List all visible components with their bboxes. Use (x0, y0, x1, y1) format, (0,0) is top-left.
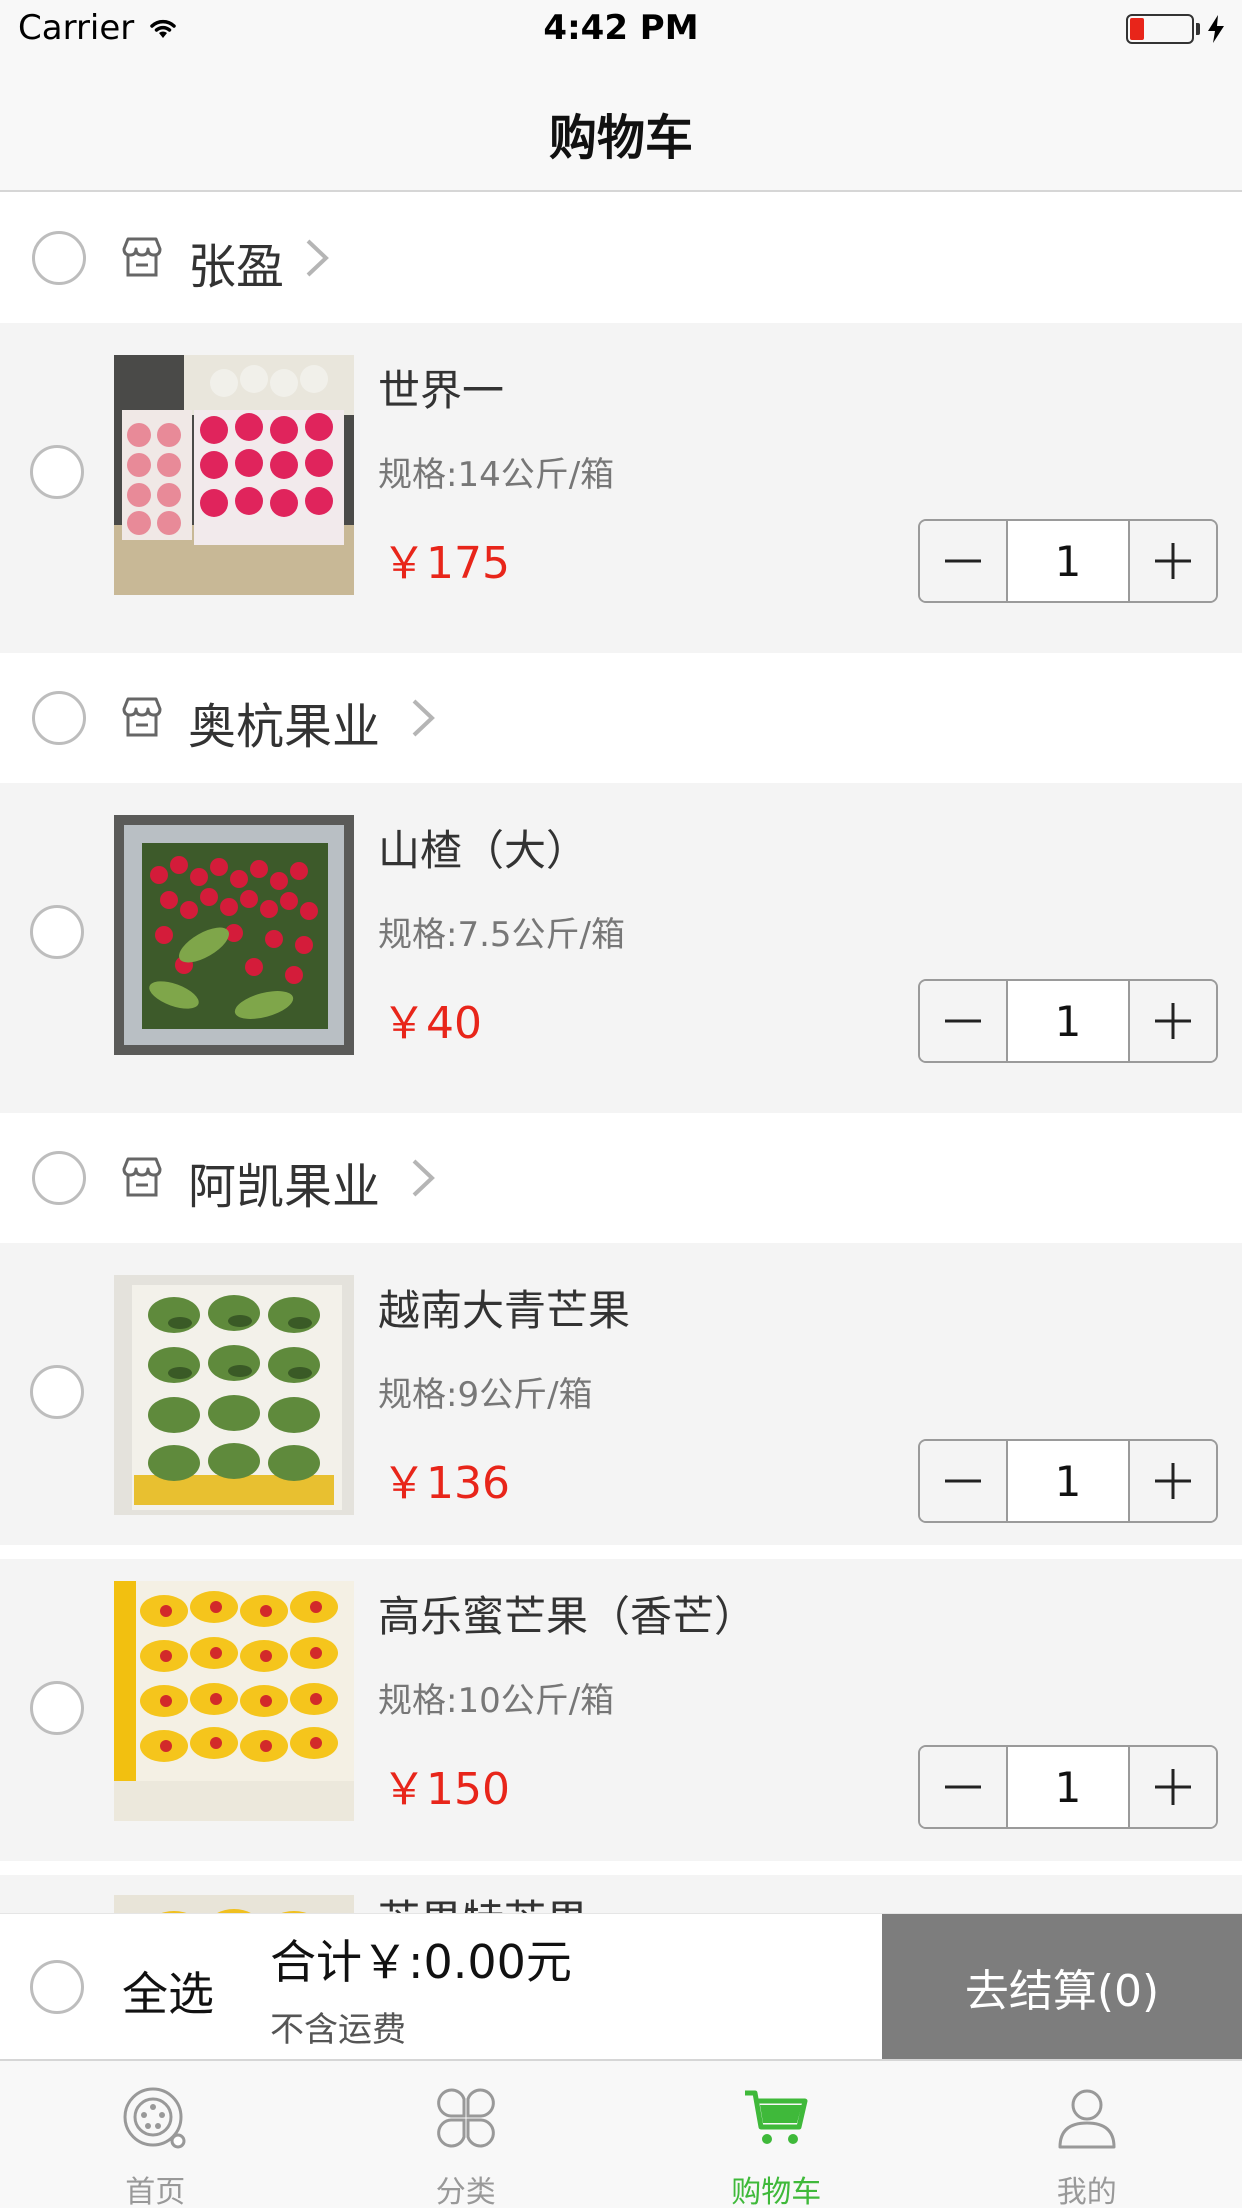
minus-icon (945, 559, 981, 563)
battery-icon (1126, 14, 1194, 44)
decrease-button[interactable] (920, 1747, 1006, 1827)
decrease-button[interactable] (920, 981, 1006, 1061)
cart-item[interactable]: 芒果特芒果 (0, 1875, 1242, 1913)
store-icon (122, 237, 162, 277)
profile-icon (1058, 2089, 1116, 2149)
product-spec: 规格:14公斤/箱 (378, 455, 615, 495)
tab-home[interactable]: 首页 (0, 2061, 311, 2208)
minus-icon (945, 1785, 981, 1789)
tab-label: 购物车 (731, 2175, 822, 2208)
increase-button[interactable] (1130, 1441, 1216, 1521)
item-select-radio[interactable] (30, 905, 84, 959)
product-name[interactable]: 高乐蜜芒果（香芒） (378, 1583, 756, 1644)
shop-name[interactable]: 奥杭果业 (188, 687, 380, 757)
clock: 4:42 PM (543, 8, 699, 48)
shop-select-radio[interactable] (32, 231, 86, 285)
increase-button[interactable] (1130, 981, 1216, 1061)
chevron-right-icon[interactable] (408, 1157, 438, 1199)
quantity-stepper[interactable]: 1 (918, 979, 1218, 1063)
plus-icon (1155, 1769, 1191, 1805)
product-price: ￥136 (382, 1458, 510, 1509)
product-spec: 规格:10公斤/箱 (378, 1681, 615, 1721)
shop-select-radio[interactable] (32, 691, 86, 745)
minus-icon (945, 1479, 981, 1483)
shop-header[interactable]: 阿凯果业 (0, 1113, 1242, 1243)
item-select-radio[interactable] (30, 1681, 84, 1735)
row-separator (0, 1861, 1242, 1875)
shop-name[interactable]: 阿凯果业 (188, 1147, 380, 1217)
product-name[interactable]: 山楂（大） (378, 817, 588, 878)
cart-item[interactable]: 世界一 规格:14公斤/箱 ￥175 1 (0, 323, 1242, 653)
tab-cart[interactable]: 购物车 (621, 2061, 932, 2208)
plus-icon (1155, 1003, 1191, 1039)
shop-name[interactable]: 张盈 (188, 227, 284, 297)
increase-button[interactable] (1130, 1747, 1216, 1827)
page-title: 购物车 (548, 110, 693, 166)
shop-header[interactable]: 奥杭果业 (0, 653, 1242, 783)
item-select-radio[interactable] (30, 445, 84, 499)
select-all-label[interactable]: 全选 (122, 1958, 214, 2024)
decrease-button[interactable] (920, 521, 1006, 601)
home-icon (123, 2087, 186, 2149)
minus-icon (945, 1019, 981, 1023)
product-price: ￥40 (382, 998, 482, 1049)
tab-category[interactable]: 分类 (311, 2061, 622, 2208)
quantity-value[interactable]: 1 (1006, 1441, 1130, 1521)
battery-indicator (1126, 14, 1224, 44)
product-image[interactable] (114, 1895, 354, 1913)
product-name[interactable]: 芒果特芒果 (378, 1887, 588, 1913)
checkout-bar: 全选 合计￥:0.00元 不含运费 去结算(0) (0, 1913, 1242, 2060)
select-all-radio[interactable] (30, 1960, 84, 2014)
quantity-value[interactable]: 1 (1006, 521, 1130, 601)
quantity-stepper[interactable]: 1 (918, 519, 1218, 603)
shop-header[interactable]: 张盈 (0, 193, 1242, 323)
increase-button[interactable] (1130, 521, 1216, 601)
quantity-value[interactable]: 1 (1006, 1747, 1130, 1827)
product-spec: 规格:7.5公斤/箱 (378, 915, 625, 955)
total-amount: 合计￥:0.00元 (270, 1935, 572, 1989)
product-name[interactable]: 越南大青芒果 (378, 1277, 630, 1338)
row-separator (0, 1545, 1242, 1559)
shop-select-radio[interactable] (32, 1151, 86, 1205)
tab-profile[interactable]: 我的 (932, 2061, 1242, 2208)
product-name[interactable]: 世界一 (378, 357, 504, 418)
plus-icon (1155, 543, 1191, 579)
nav-bar: 购物车 (0, 62, 1242, 192)
tab-label: 分类 (435, 2175, 496, 2208)
cart-list[interactable]: 张盈 世界一 规格:14公斤/箱 ￥175 1 奥杭果业 山楂（大） 规格:7.… (0, 193, 1242, 1913)
tab-label: 我的 (1056, 2175, 1117, 2208)
chevron-right-icon[interactable] (302, 237, 332, 279)
freight-note: 不含运费 (270, 2010, 406, 2050)
product-image[interactable] (114, 355, 354, 595)
item-select-radio[interactable] (30, 1365, 84, 1419)
cart-item[interactable]: 高乐蜜芒果（香芒） 规格:10公斤/箱 ￥150 1 (0, 1559, 1242, 1861)
quantity-stepper[interactable]: 1 (918, 1745, 1218, 1829)
checkout-button[interactable]: 去结算(0) (882, 1914, 1242, 2060)
charging-bolt-icon (1208, 15, 1224, 43)
plus-icon (1155, 1463, 1191, 1499)
store-icon (122, 1157, 162, 1197)
product-image[interactable] (114, 815, 354, 1055)
product-price: ￥175 (382, 538, 510, 589)
tab-bar: 首页 分类 购物车 我的 (0, 2059, 1242, 2208)
quantity-stepper[interactable]: 1 (918, 1439, 1218, 1523)
quantity-value[interactable]: 1 (1006, 981, 1130, 1061)
product-spec: 规格:9公斤/箱 (378, 1375, 593, 1415)
status-bar: Carrier 4:42 PM (0, 0, 1242, 62)
product-price: ￥150 (382, 1764, 510, 1815)
chevron-right-icon[interactable] (408, 697, 438, 739)
category-icon (436, 2088, 495, 2148)
cart-item[interactable]: 山楂（大） 规格:7.5公斤/箱 ￥40 1 (0, 783, 1242, 1113)
cart-icon (745, 2090, 808, 2144)
store-icon (122, 697, 162, 737)
product-image[interactable] (114, 1581, 354, 1821)
decrease-button[interactable] (920, 1441, 1006, 1521)
cart-item[interactable]: 越南大青芒果 规格:9公斤/箱 ￥136 1 (0, 1243, 1242, 1545)
product-image[interactable] (114, 1275, 354, 1515)
tab-label: 首页 (125, 2175, 186, 2208)
